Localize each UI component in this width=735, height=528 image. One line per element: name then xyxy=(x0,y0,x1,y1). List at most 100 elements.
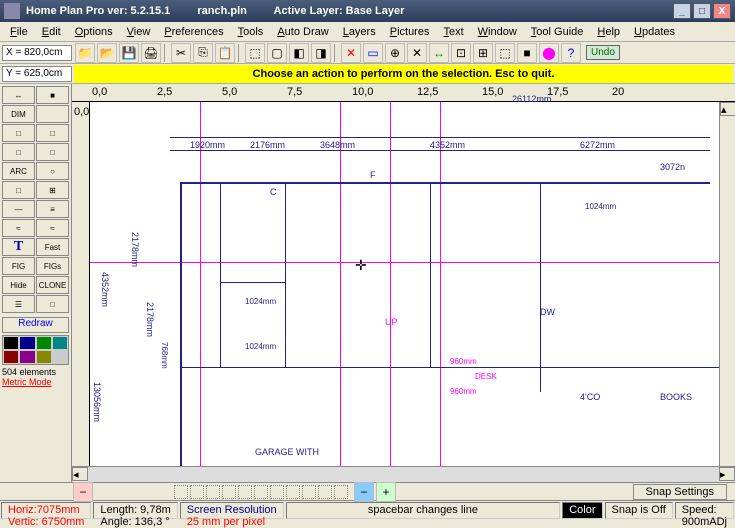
tool-icon[interactable]: ⊞ xyxy=(473,43,493,63)
tool-lines[interactable]: ≡ xyxy=(36,200,69,218)
menu-help[interactable]: Help xyxy=(591,24,626,40)
snap-icon[interactable] xyxy=(302,485,316,499)
menu-tools[interactable]: Tools xyxy=(232,24,270,40)
tool-figs[interactable]: FIGs xyxy=(36,257,69,275)
minimize-button[interactable]: _ xyxy=(673,3,691,19)
menu-view[interactable]: View xyxy=(121,24,157,40)
snap-icon[interactable] xyxy=(190,485,204,499)
tool-sq2[interactable]: □ xyxy=(36,295,69,313)
y-coord: Y = 625,0cm xyxy=(2,66,72,82)
tool-icon[interactable]: ⊕ xyxy=(385,43,405,63)
tool-icon[interactable]: ◧ xyxy=(289,43,309,63)
menu-text[interactable]: Text xyxy=(437,24,469,40)
save-icon[interactable]: 💾 xyxy=(119,43,139,63)
maximize-button[interactable]: □ xyxy=(693,3,711,19)
snap-icon[interactable] xyxy=(334,485,348,499)
ruler-horizontal: 0,0 2,5 5,0 7,5 10,0 12,5 15,0 17,5 20 2… xyxy=(72,84,735,102)
tool-text[interactable]: T xyxy=(2,238,35,256)
help-icon[interactable]: ? xyxy=(561,43,581,63)
scroll-left-icon[interactable]: ◂ xyxy=(72,467,88,481)
cut-icon[interactable]: ✂ xyxy=(171,43,191,63)
menu-autodraw[interactable]: Auto Draw xyxy=(271,24,334,40)
copy-icon[interactable]: ⎘ xyxy=(193,43,213,63)
tool-arrows[interactable]: ↔ xyxy=(2,86,35,104)
menu-updates[interactable]: Updates xyxy=(628,24,681,40)
tool-rect4[interactable]: □ xyxy=(36,143,69,161)
snap-icons xyxy=(174,485,348,499)
snap-icon[interactable] xyxy=(286,485,300,499)
open-icon[interactable]: 📂 xyxy=(97,43,117,63)
tool-rect2[interactable]: □ xyxy=(36,124,69,142)
color-palette[interactable] xyxy=(2,335,69,365)
scroll-up-icon[interactable]: ▴ xyxy=(720,102,735,116)
tool-clone[interactable]: CLONE xyxy=(36,276,69,294)
menu-preferences[interactable]: Preferences xyxy=(158,24,229,40)
tool-rect1[interactable]: □ xyxy=(2,124,35,142)
menu-options[interactable]: Options xyxy=(69,24,119,40)
snap-icon[interactable] xyxy=(174,485,188,499)
tool-fill[interactable]: ■ xyxy=(36,86,69,104)
tool-blank[interactable] xyxy=(36,105,69,123)
tool-dim[interactable]: DIM xyxy=(2,105,35,123)
snap-icon[interactable] xyxy=(206,485,220,499)
tool-icon[interactable]: ▭ xyxy=(363,43,383,63)
x-coord: X = 820,0cm xyxy=(2,45,72,61)
tool-hide[interactable]: Hide xyxy=(2,276,35,294)
tool-arc[interactable]: ARC xyxy=(2,162,35,180)
ruler-vertical: 0,0 xyxy=(72,102,90,466)
tool-icon[interactable]: ■ xyxy=(517,43,537,63)
menu-window[interactable]: Window xyxy=(472,24,523,40)
menu-pictures[interactable]: Pictures xyxy=(384,24,436,40)
tool-sq[interactable]: □ xyxy=(2,181,35,199)
scrollbar-horizontal[interactable]: ◂ ▸ xyxy=(72,466,735,482)
tool-rect3[interactable]: □ xyxy=(2,143,35,161)
snap-settings-button[interactable]: Snap Settings xyxy=(633,484,728,500)
tool-icon[interactable]: ◨ xyxy=(311,43,331,63)
snap-icon[interactable] xyxy=(222,485,236,499)
redraw-button[interactable]: Redraw xyxy=(2,317,69,333)
tool-icon[interactable]: ↔ xyxy=(429,43,449,63)
tool-icon[interactable]: ⬚ xyxy=(495,43,515,63)
metric-mode-link[interactable]: Metric Mode xyxy=(2,377,69,387)
tool-circle[interactable]: ○ xyxy=(36,162,69,180)
scrollbar-vertical[interactable]: ▴ xyxy=(719,102,735,466)
zoom-out-button[interactable]: − xyxy=(73,482,93,502)
snap-minus-button[interactable]: − xyxy=(354,482,374,502)
tool-wave2[interactable]: ≈ xyxy=(36,219,69,237)
tool-wave1[interactable]: ≈ xyxy=(2,219,35,237)
drawing-canvas[interactable]: 1920mm 2176mm 3648mm 4352mm 6272mm 3072n… xyxy=(90,102,719,466)
tool-icon[interactable]: ✕ xyxy=(407,43,427,63)
zoom-in-button[interactable]: + xyxy=(376,482,396,502)
tool-icon[interactable]: ⬚ xyxy=(245,43,265,63)
snap-icon[interactable] xyxy=(270,485,284,499)
tool-list[interactable]: ☰ xyxy=(2,295,35,313)
snap-icon[interactable] xyxy=(318,485,332,499)
color-button[interactable]: Color xyxy=(562,502,602,519)
status-snap[interactable]: Snap is Off xyxy=(605,502,673,519)
tool-icon[interactable]: ✕ xyxy=(341,43,361,63)
print-icon[interactable]: 🖨 xyxy=(141,43,161,63)
folder-icon[interactable]: 📁 xyxy=(75,43,95,63)
snap-toolbar: − − + Snap Settings xyxy=(0,482,735,500)
side-toolbox: ↔ ■ DIM □ □ □ □ ARC ○ □ ⊞ — ≡ ≈ ≈ T Fast… xyxy=(0,84,72,482)
snap-icon[interactable] xyxy=(254,485,268,499)
scroll-right-icon[interactable]: ▸ xyxy=(719,467,735,481)
tool-fast[interactable]: Fast xyxy=(36,238,69,256)
toolbar-coords: X = 820,0cm 📁 📂 💾 🖨 ✂ ⎘ 📋 ⬚ ▢ ◧ ◨ ✕ ▭ ⊕ … xyxy=(0,42,735,64)
menu-layers[interactable]: Layers xyxy=(337,24,382,40)
menu-file[interactable]: File xyxy=(4,24,34,40)
menu-toolguide[interactable]: Tool Guide xyxy=(525,24,590,40)
tool-icon[interactable]: ⬤ xyxy=(539,43,559,63)
tool-line[interactable]: — xyxy=(2,200,35,218)
menu-edit[interactable]: Edit xyxy=(36,24,67,40)
paste-icon[interactable]: 📋 xyxy=(215,43,235,63)
tool-grid[interactable]: ⊞ xyxy=(36,181,69,199)
undo-button[interactable]: Undo xyxy=(586,45,620,60)
titlebar: Home Plan Pro ver: 5.2.15.1 ranch.pln Ac… xyxy=(0,0,735,22)
close-button[interactable]: X xyxy=(713,3,731,19)
tool-fig[interactable]: FIG xyxy=(2,257,35,275)
tool-icon[interactable]: ⊡ xyxy=(451,43,471,63)
snap-icon[interactable] xyxy=(238,485,252,499)
tool-icon[interactable]: ▢ xyxy=(267,43,287,63)
menubar: File Edit Options View Preferences Tools… xyxy=(0,22,735,42)
